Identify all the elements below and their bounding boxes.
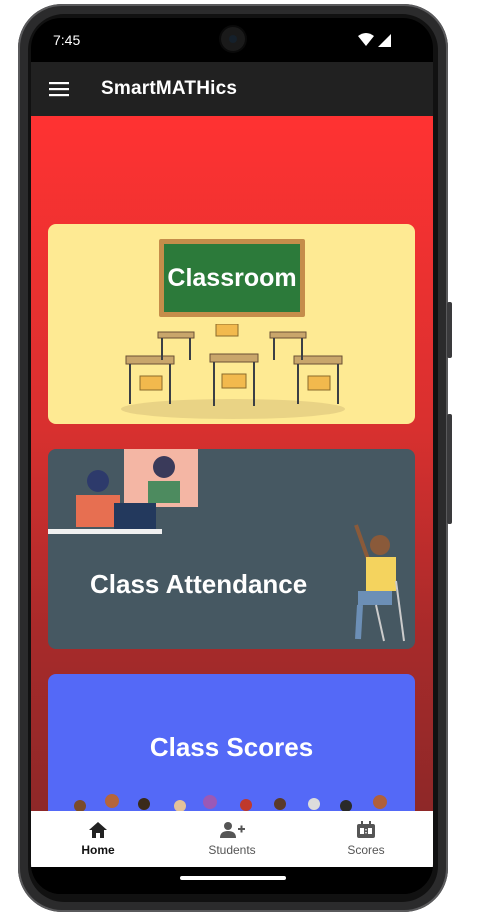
screen: 7:45 SmartMATHics Classroom Class Attend… (31, 18, 433, 894)
bottom-navigation: Home Students Scores (31, 811, 433, 867)
app-title: SmartMATHics (101, 78, 238, 99)
classroom-card-label: Classroom (167, 263, 297, 292)
power-button (447, 302, 452, 358)
scoreboard-icon (357, 821, 375, 838)
status-time: 7:45 (53, 32, 81, 48)
nav-item-students-label: Students (208, 843, 256, 857)
nav-item-home[interactable]: Home (31, 811, 165, 867)
nav-item-home-label: Home (81, 843, 115, 857)
hamburger-icon (49, 82, 69, 97)
app-bar: SmartMATHics (31, 62, 433, 116)
crowd-illustration (74, 794, 387, 811)
chalkboard-illustration: Classroom (159, 239, 305, 317)
home-icon (89, 822, 107, 838)
nav-item-scores-label: Scores (347, 843, 385, 857)
status-icons (358, 33, 391, 47)
home-gesture-bar[interactable] (180, 876, 286, 880)
raised-hand-student-illustration (354, 524, 405, 642)
scores-card-label: Class Scores (149, 732, 314, 762)
gesture-area (31, 867, 433, 894)
status-bar: 7:45 (31, 18, 433, 62)
signal-icon (378, 33, 391, 47)
desks-illustration (121, 324, 345, 419)
wifi-icon (358, 33, 374, 46)
add-person-icon (220, 822, 245, 838)
main-content[interactable]: Classroom Class Attendance Class Scores (31, 116, 433, 811)
attendance-card-label: Class Attendance (90, 569, 308, 599)
attendance-card[interactable]: Class Attendance (48, 449, 415, 649)
volume-button (447, 414, 452, 524)
classroom-card[interactable]: Classroom (48, 224, 415, 424)
nav-item-students[interactable]: Students (165, 811, 299, 867)
nav-item-scores[interactable]: Scores (299, 811, 433, 867)
scores-card[interactable]: Class Scores (48, 674, 415, 811)
front-camera (221, 27, 245, 51)
menu-button[interactable] (31, 62, 87, 116)
students-illustration (48, 449, 198, 534)
